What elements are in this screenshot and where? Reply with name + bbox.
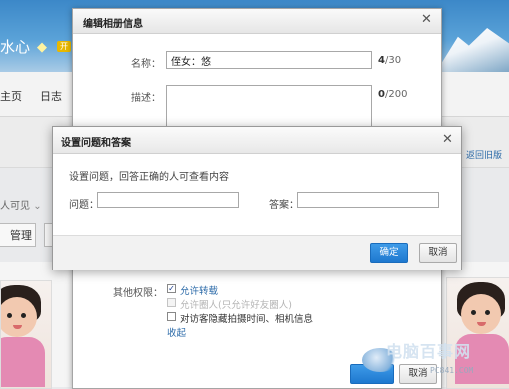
description-char-counter: 0/200 [378, 89, 408, 100]
close-icon[interactable]: ✕ [421, 12, 432, 27]
dialog-titlebar: 编辑相册信息 ✕ [73, 9, 441, 34]
manage-button[interactable]: 管理 [0, 223, 36, 247]
return-old-version-link[interactable]: 返回旧版 [466, 148, 502, 161]
visibility-label: 人可见 [0, 201, 30, 212]
answer-input[interactable] [297, 192, 439, 208]
confirm-button[interactable]: 确定 [370, 243, 408, 263]
dialog-title: 设置问题和答案 [61, 138, 131, 149]
cancel-button[interactable]: 取消 [419, 243, 457, 263]
username[interactable]: 水心 [0, 36, 30, 57]
checkbox-hide-exif[interactable] [167, 312, 176, 321]
option-label: 允许转载 [180, 286, 219, 297]
checkbox-allow-tagging [167, 298, 176, 307]
dialog-title: 编辑相册信息 [83, 19, 143, 30]
collapse-link[interactable]: 收起 [167, 325, 186, 339]
dialog-titlebar: 设置问题和答案 ✕ [53, 127, 461, 154]
answer-label: 答案： [269, 200, 299, 211]
watermark-text: 电脑百事网 [386, 342, 472, 361]
question-input[interactable] [97, 192, 239, 208]
other-permissions-label: 其他权限： [113, 288, 163, 299]
vip-badge[interactable]: 开 [57, 41, 71, 52]
name-char-counter: 4/30 [378, 55, 402, 66]
close-icon[interactable]: ✕ [442, 132, 453, 147]
photo-thumbnail-left[interactable] [0, 280, 52, 389]
dialog-footer: 确定 取消 [53, 235, 461, 270]
checkbox-allow-reprint[interactable]: ✓ [167, 284, 176, 293]
nav-item-blog[interactable]: 日志 [40, 88, 62, 104]
watermark-url: PC841.COM [430, 366, 474, 375]
album-name-input[interactable] [166, 51, 372, 69]
name-label: 名称： [131, 59, 161, 70]
nav-item-home[interactable]: 主页 [0, 88, 22, 104]
checkmark-icon: ✓ [168, 284, 175, 293]
diamond-icon: ◆ [37, 40, 47, 55]
option-label: 允许圈人(只允许好友圈人) [180, 300, 292, 311]
visibility-selector[interactable]: 人可见 ⌄ [0, 197, 42, 212]
set-question-dialog: 设置问题和答案 ✕ 设置问题，回答正确的人可查看内容 问题： 答案： 确定 取消 [52, 126, 462, 270]
dialog-description: 设置问题，回答正确的人可查看内容 [69, 172, 229, 183]
option-label: 对访客隐藏拍摄时间、相机信息 [180, 314, 314, 325]
chevron-down-icon: ⌄ [33, 201, 42, 212]
question-label: 问题： [69, 200, 99, 211]
description-label: 描述： [131, 93, 161, 104]
album-description-textarea[interactable] [166, 85, 372, 129]
